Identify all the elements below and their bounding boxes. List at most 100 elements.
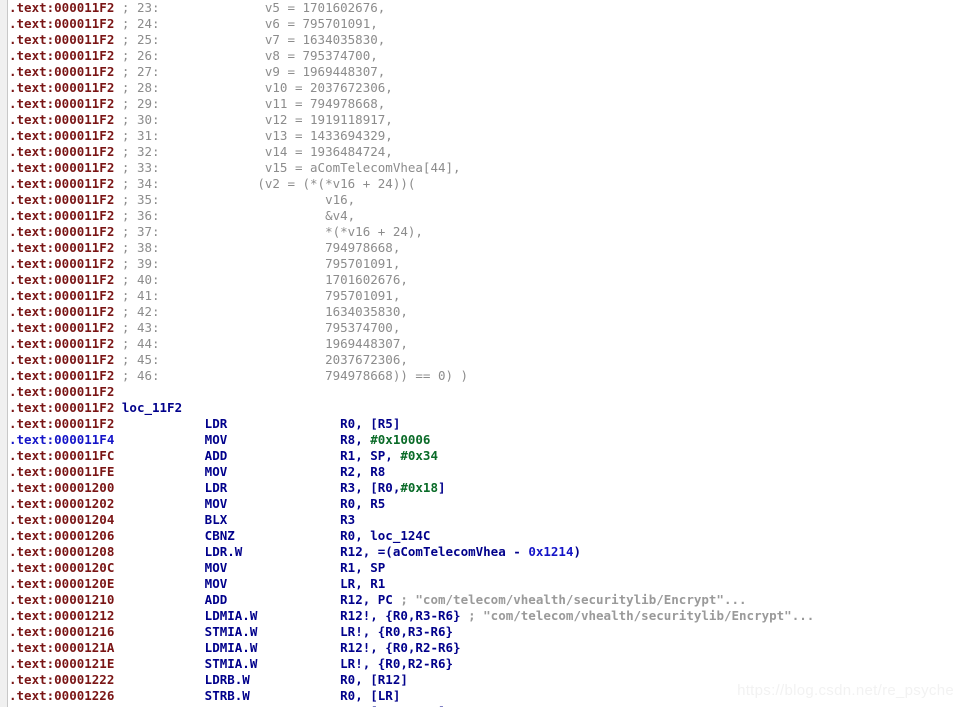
- instruction-operand[interactable]: R2, R8: [340, 464, 385, 479]
- disassembly-line[interactable]: .text:00001226 STRB.W R0, [LR]: [9, 688, 964, 704]
- disassembly-line[interactable]: .text:000011F2 ; 31: v13 = 1433694329,: [9, 128, 964, 144]
- instruction-operand[interactable]: R1, SP: [340, 560, 385, 575]
- line-address: .text:00001202: [9, 496, 115, 511]
- instruction-operand[interactable]: R8,: [340, 432, 370, 447]
- immediate-value[interactable]: #0x34: [400, 448, 438, 463]
- disassembly-line[interactable]: .text:000011F2 ; 23: v5 = 1701602676,: [9, 0, 964, 16]
- line-address: .text:000011F2: [9, 192, 115, 207]
- disassembly-line[interactable]: .text:000011F2 ; 32: v14 = 1936484724,: [9, 144, 964, 160]
- immediate-value[interactable]: #0x10006: [370, 432, 430, 447]
- pseudocode-comment: ; 24: v6 = 795701091,: [121, 16, 378, 31]
- instruction-operand[interactable]: R12, =(aComTelecomVhea -: [340, 544, 528, 559]
- instruction-mnemonic[interactable]: MOV: [205, 432, 228, 447]
- disassembly-line[interactable]: .text:000011FE MOV R2, R8: [9, 464, 964, 480]
- disassembly-line[interactable]: .text:000011F2 ; 25: v7 = 1634035830,: [9, 32, 964, 48]
- disassembly-line[interactable]: .text:000011F2 loc_11F2: [9, 400, 964, 416]
- disassembly-line[interactable]: .text:000011F2 LDR R0, [R5]: [9, 416, 964, 432]
- disassembly-line[interactable]: .text:000011F2 ; 46: 794978668)) == 0) ): [9, 368, 964, 384]
- instruction-operand[interactable]: LR!, {R0,R3-R6}: [340, 624, 453, 639]
- line-address: .text:000011F2: [9, 224, 115, 239]
- disassembly-line[interactable]: .text:000011F2 ; 29: v11 = 794978668,: [9, 96, 964, 112]
- disassembly-line[interactable]: .text:00001222 LDRB.W R0, [R12]: [9, 672, 964, 688]
- disassembly-line[interactable]: .text:000011F2 ; 28: v10 = 2037672306,: [9, 80, 964, 96]
- instruction-operand[interactable]: R12, PC: [340, 592, 400, 607]
- location-label[interactable]: loc_11F2: [122, 400, 182, 415]
- disassembly-line[interactable]: .text:0000121A LDMIA.W R12!, {R0,R2-R6}: [9, 640, 964, 656]
- disassembly-line[interactable]: .text:000011F2 ; 27: v9 = 1969448307,: [9, 64, 964, 80]
- disassembly-line[interactable]: .text:000011F2 ; 24: v6 = 795701091,: [9, 16, 964, 32]
- disassembly-line[interactable]: .text:000011F2 ; 36: &v4,: [9, 208, 964, 224]
- disassembly-line[interactable]: .text:000011F2: [9, 384, 964, 400]
- disassembly-line[interactable]: .text:000011F2 ; 30: v12 = 1919118917,: [9, 112, 964, 128]
- disassembly-line[interactable]: .text:000011F2 ; 38: 794978668,: [9, 240, 964, 256]
- disassembly-line[interactable]: .text:000011FC ADD R1, SP, #0x34: [9, 448, 964, 464]
- instruction-mnemonic[interactable]: STRB.W: [205, 688, 250, 703]
- disassembly-line[interactable]: .text:00001210 ADD R12, PC ; "com/teleco…: [9, 592, 964, 608]
- mnemonic-indent: [114, 640, 204, 655]
- instruction-mnemonic[interactable]: MOV: [205, 576, 228, 591]
- instruction-mnemonic[interactable]: LDR.W: [205, 544, 243, 559]
- instruction-operand[interactable]: ): [573, 544, 581, 559]
- instruction-mnemonic[interactable]: LDR: [205, 480, 228, 495]
- xref-offset[interactable]: 0x1214: [528, 544, 573, 559]
- disassembly-line[interactable]: .text:000011F2 ; 35: v16,: [9, 192, 964, 208]
- instruction-operand[interactable]: R3, [R0,: [340, 480, 400, 495]
- disassembly-line[interactable]: .text:0000120E MOV LR, R1: [9, 576, 964, 592]
- pseudocode-comment: ; 31: v13 = 1433694329,: [121, 128, 393, 143]
- disassembly-line[interactable]: .text:000011F2 ; 43: 795374700,: [9, 320, 964, 336]
- instruction-mnemonic[interactable]: CBNZ: [205, 528, 235, 543]
- disassembly-line[interactable]: .text:000011F2 ; 37: *(*v16 + 24),: [9, 224, 964, 240]
- instruction-mnemonic[interactable]: MOV: [205, 496, 228, 511]
- disassembly-line[interactable]: .text:000011F2 ; 45: 2037672306,: [9, 352, 964, 368]
- instruction-mnemonic[interactable]: BLX: [205, 512, 228, 527]
- disassembly-line[interactable]: .text:00001208 LDR.W R12, =(aComTelecomV…: [9, 544, 964, 560]
- operand-indent: [257, 656, 340, 671]
- instruction-operand[interactable]: LR!, {R0,R2-R6}: [340, 656, 453, 671]
- disassembly-line[interactable]: .text:000011F2 ; 41: 795701091,: [9, 288, 964, 304]
- immediate-value[interactable]: #0x18: [400, 480, 438, 495]
- disassembly-line[interactable]: .text:0000120C MOV R1, SP: [9, 560, 964, 576]
- line-address: .text:000011F2: [9, 352, 115, 367]
- instruction-operand[interactable]: LR, R1: [340, 576, 385, 591]
- disassembly-line[interactable]: .text:000011F2 ; 42: 1634035830,: [9, 304, 964, 320]
- instruction-operand[interactable]: R12!, {R0,R2-R6}: [340, 640, 460, 655]
- disassembly-line[interactable]: .text:000011F2 ; 39: 795701091,: [9, 256, 964, 272]
- line-address: .text:000011F2: [9, 0, 115, 15]
- instruction-operand[interactable]: R0, [LR]: [340, 688, 400, 703]
- instruction-mnemonic[interactable]: ADD: [205, 592, 228, 607]
- instruction-operand[interactable]: R0, [R5]: [340, 416, 400, 431]
- instruction-operand[interactable]: R1, SP,: [340, 448, 400, 463]
- instruction-mnemonic[interactable]: STMIA.W: [205, 624, 258, 639]
- disassembly-line[interactable]: .text:00001204 BLX R3: [9, 512, 964, 528]
- disassembly-line[interactable]: .text:000011F2 ; 34: (v2 = (*(*v16 + 24)…: [9, 176, 964, 192]
- disassembly-line[interactable]: .text:00001206 CBNZ R0, loc_124C: [9, 528, 964, 544]
- instruction-operand[interactable]: R12!, {R0,R3-R6}: [340, 608, 468, 623]
- disassembly-line[interactable]: .text:000011F2 ; 44: 1969448307,: [9, 336, 964, 352]
- instruction-operand[interactable]: R0, R5: [340, 496, 385, 511]
- instruction-mnemonic[interactable]: LDRB.W: [205, 672, 250, 687]
- instruction-operand[interactable]: ]: [438, 480, 446, 495]
- disassembly-line[interactable]: .text:00001200 LDR R3, [R0,#0x18]: [9, 480, 964, 496]
- instruction-mnemonic[interactable]: LDMIA.W: [205, 608, 258, 623]
- instruction-mnemonic[interactable]: STMIA.W: [205, 656, 258, 671]
- disassembly-line[interactable]: .text:0000121E STMIA.W LR!, {R0,R2-R6}: [9, 656, 964, 672]
- disassembly-line[interactable]: .text:000011F2 ; 33: v15 = aComTelecomVh…: [9, 160, 964, 176]
- disassembly-line[interactable]: .text:00001212 LDMIA.W R12!, {R0,R3-R6} …: [9, 608, 964, 624]
- disassembly-view[interactable]: .text:000011F2 ; 23: v5 = 1701602676, .te…: [0, 0, 964, 707]
- disassembly-line[interactable]: .text:00001216 STMIA.W LR!, {R0,R3-R6}: [9, 624, 964, 640]
- disassembly-line[interactable]: .text:000011F4 MOV R8, #0x10006: [9, 432, 964, 448]
- disassembly-line-list[interactable]: .text:000011F2 ; 23: v5 = 1701602676, .te…: [9, 0, 964, 707]
- instruction-mnemonic[interactable]: MOV: [205, 464, 228, 479]
- instruction-mnemonic[interactable]: LDMIA.W: [205, 640, 258, 655]
- instruction-operand[interactable]: R0, loc_124C: [340, 528, 430, 543]
- line-address: .text:00001212: [9, 608, 115, 623]
- disassembly-line[interactable]: .text:00001202 MOV R0, R5: [9, 496, 964, 512]
- instruction-mnemonic[interactable]: MOV: [205, 560, 228, 575]
- line-address: .text:00001204: [9, 512, 115, 527]
- instruction-operand[interactable]: R0, [R12]: [340, 672, 408, 687]
- instruction-mnemonic[interactable]: LDR: [205, 416, 228, 431]
- disassembly-line[interactable]: .text:000011F2 ; 40: 1701602676,: [9, 272, 964, 288]
- instruction-mnemonic[interactable]: ADD: [205, 448, 228, 463]
- disassembly-line[interactable]: .text:000011F2 ; 26: v8 = 795374700,: [9, 48, 964, 64]
- instruction-operand[interactable]: R3: [340, 512, 355, 527]
